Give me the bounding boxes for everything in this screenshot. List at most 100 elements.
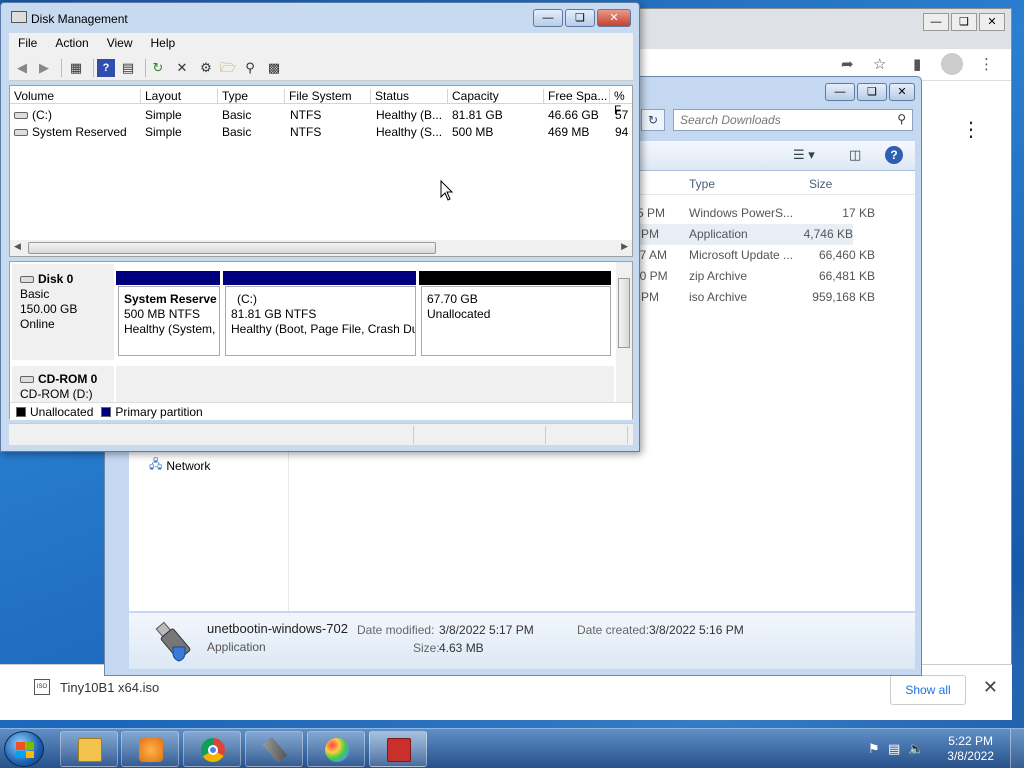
menu-dots-icon[interactable]: ⋮: [979, 55, 994, 73]
taskbar-explorer[interactable]: [60, 731, 118, 767]
col-type[interactable]: Type: [217, 89, 248, 104]
volume-list: Volume Layout Type File System Status Ca…: [9, 85, 633, 257]
show-desktop-button[interactable]: [1010, 729, 1024, 768]
download-filename: Tiny10B1 x64.iso: [60, 679, 160, 695]
details-pane: unetbootin-windows-702 Application Date …: [129, 613, 915, 669]
menu-help[interactable]: Help: [142, 33, 185, 55]
share-icon[interactable]: ➦: [841, 55, 854, 73]
taskbar-media-player[interactable]: [121, 731, 179, 767]
volume-row[interactable]: System Reserved Simple Basic NTFS Health…: [10, 123, 632, 140]
taskbar-chrome[interactable]: [183, 731, 241, 767]
show-all-button[interactable]: Show all: [890, 675, 966, 705]
clock-date: 3/8/2022: [947, 749, 994, 763]
open-folder-icon[interactable]: 🗁: [219, 59, 237, 77]
disk0-state: Online: [20, 317, 55, 331]
disk0-size: 150.00 GB: [20, 302, 78, 316]
refresh-icon[interactable]: ↻: [149, 59, 167, 77]
refresh-icon[interactable]: ↻: [641, 109, 665, 131]
scroll-right-icon[interactable]: ▶: [621, 241, 628, 252]
size-value: 4.63 MB: [439, 641, 484, 655]
partition-unallocated[interactable]: 67.70 GB Unallocated: [421, 286, 611, 356]
menu-file[interactable]: File: [9, 33, 46, 55]
partition-system-reserved[interactable]: System Reserve 500 MB NTFS Healthy (Syst…: [118, 286, 220, 356]
minimize-icon[interactable]: —: [533, 9, 563, 27]
folder-icon: [78, 738, 102, 762]
col-filesystem[interactable]: File System: [284, 89, 352, 104]
nav-item-network[interactable]: 🖧 Network: [149, 455, 210, 476]
minimize-icon[interactable]: —: [825, 83, 855, 101]
search-icon[interactable]: ⚲: [897, 112, 906, 126]
drive-icon: [14, 129, 28, 137]
properties-icon[interactable]: ▤: [119, 59, 137, 77]
scroll-left-icon[interactable]: ◀: [14, 241, 21, 252]
horizontal-scrollbar[interactable]: ◀ ▶: [10, 240, 632, 256]
col-layout[interactable]: Layout: [140, 89, 181, 104]
volume-type: Basic: [222, 125, 252, 139]
column-size[interactable]: Size: [809, 177, 832, 191]
star-icon[interactable]: ☆: [873, 55, 886, 73]
search-input[interactable]: Search Downloads ⚲: [673, 109, 913, 131]
maximize-icon[interactable]: ❏: [857, 83, 887, 101]
help-icon[interactable]: ?: [97, 59, 115, 77]
download-item[interactable]: ISO Tiny10B1 x64.iso: [34, 679, 159, 695]
taskbar-disk-management[interactable]: [369, 731, 427, 767]
row-type: iso Archive: [689, 290, 748, 304]
scrollbar-thumb[interactable]: [28, 242, 436, 254]
menu-view[interactable]: View: [98, 33, 142, 55]
network-icon[interactable]: ▤: [888, 741, 900, 757]
sidepanel-icon[interactable]: ▮: [913, 55, 921, 73]
more-options-icon[interactable]: ⋮: [961, 117, 981, 142]
close-icon[interactable]: ✕: [889, 83, 915, 101]
clock[interactable]: 5:22 PM 3/8/2022: [947, 734, 994, 764]
views-icon[interactable]: ☰ ▾: [793, 147, 815, 163]
taskbar-unetbootin[interactable]: [245, 731, 303, 767]
col-capacity[interactable]: Capacity: [447, 89, 499, 104]
disk-properties-icon[interactable]: ▩: [265, 59, 283, 77]
volume-free: 46.66 GB: [548, 108, 599, 122]
action-center-icon[interactable]: ⚑: [868, 741, 880, 757]
show-hide-tree-icon[interactable]: ▦: [67, 59, 85, 77]
maximize-icon[interactable]: ❏: [565, 9, 595, 27]
close-icon[interactable]: ✕: [979, 13, 1005, 31]
menu-action[interactable]: Action: [46, 33, 97, 55]
volume-row[interactable]: (C:) Simple Basic NTFS Healthy (B... 81.…: [10, 106, 632, 123]
start-button[interactable]: [4, 731, 44, 767]
volume-free: 469 MB: [548, 125, 590, 139]
modified-label: Date modified:: [357, 623, 435, 637]
media-player-icon: [139, 738, 163, 762]
menu-bar: File Action View Help: [9, 33, 633, 55]
cdrom-info[interactable]: CD-ROM 0 CD-ROM (D:): [12, 366, 114, 402]
row-time: PM: [641, 227, 659, 241]
created-label: Date created:: [577, 623, 650, 637]
minimize-icon[interactable]: —: [923, 13, 949, 31]
volume-icon[interactable]: 🔈: [908, 741, 924, 757]
col-status[interactable]: Status: [370, 89, 409, 104]
col-volume[interactable]: Volume: [10, 89, 54, 104]
dm-titlebar[interactable]: Disk Management — ❏ ✕: [1, 3, 639, 33]
preview-pane-icon[interactable]: ◫: [849, 147, 861, 163]
back-icon[interactable]: ◀: [13, 59, 31, 77]
taskbar: ⚑ ▤ 🔈 5:22 PM 3/8/2022: [0, 728, 1024, 768]
scrollbar-thumb[interactable]: [618, 278, 630, 348]
row-size: 17 KB: [842, 206, 875, 220]
maximize-icon[interactable]: ❏: [951, 13, 977, 31]
partition-size: 500 MB NTFS: [124, 307, 201, 321]
col-percent-free[interactable]: % F: [609, 89, 632, 117]
partition-c-drive[interactable]: (C:) 81.81 GB NTFS Healthy (Boot, Page F…: [225, 286, 416, 356]
help-icon[interactable]: ?: [885, 146, 903, 164]
vertical-scrollbar[interactable]: [616, 262, 632, 402]
column-type[interactable]: Type: [689, 177, 715, 191]
taskbar-paint[interactable]: [307, 731, 365, 767]
col-free-space[interactable]: Free Spa...: [543, 89, 607, 104]
close-downloads-icon[interactable]: ✕: [983, 677, 998, 698]
search-icon[interactable]: ⚲: [241, 59, 259, 77]
nav-network-label: Network: [166, 458, 211, 473]
row-type: Windows PowerS...: [689, 206, 794, 220]
forward-icon[interactable]: ▶: [35, 59, 53, 77]
profile-avatar[interactable]: [941, 53, 963, 75]
delete-icon[interactable]: ✕: [173, 59, 191, 77]
disk0-info[interactable]: Disk 0 Basic 150.00 GB Online: [12, 264, 114, 360]
disk-icon: [20, 276, 34, 284]
settings-icon[interactable]: ⚙: [197, 59, 215, 77]
close-icon[interactable]: ✕: [597, 9, 631, 27]
